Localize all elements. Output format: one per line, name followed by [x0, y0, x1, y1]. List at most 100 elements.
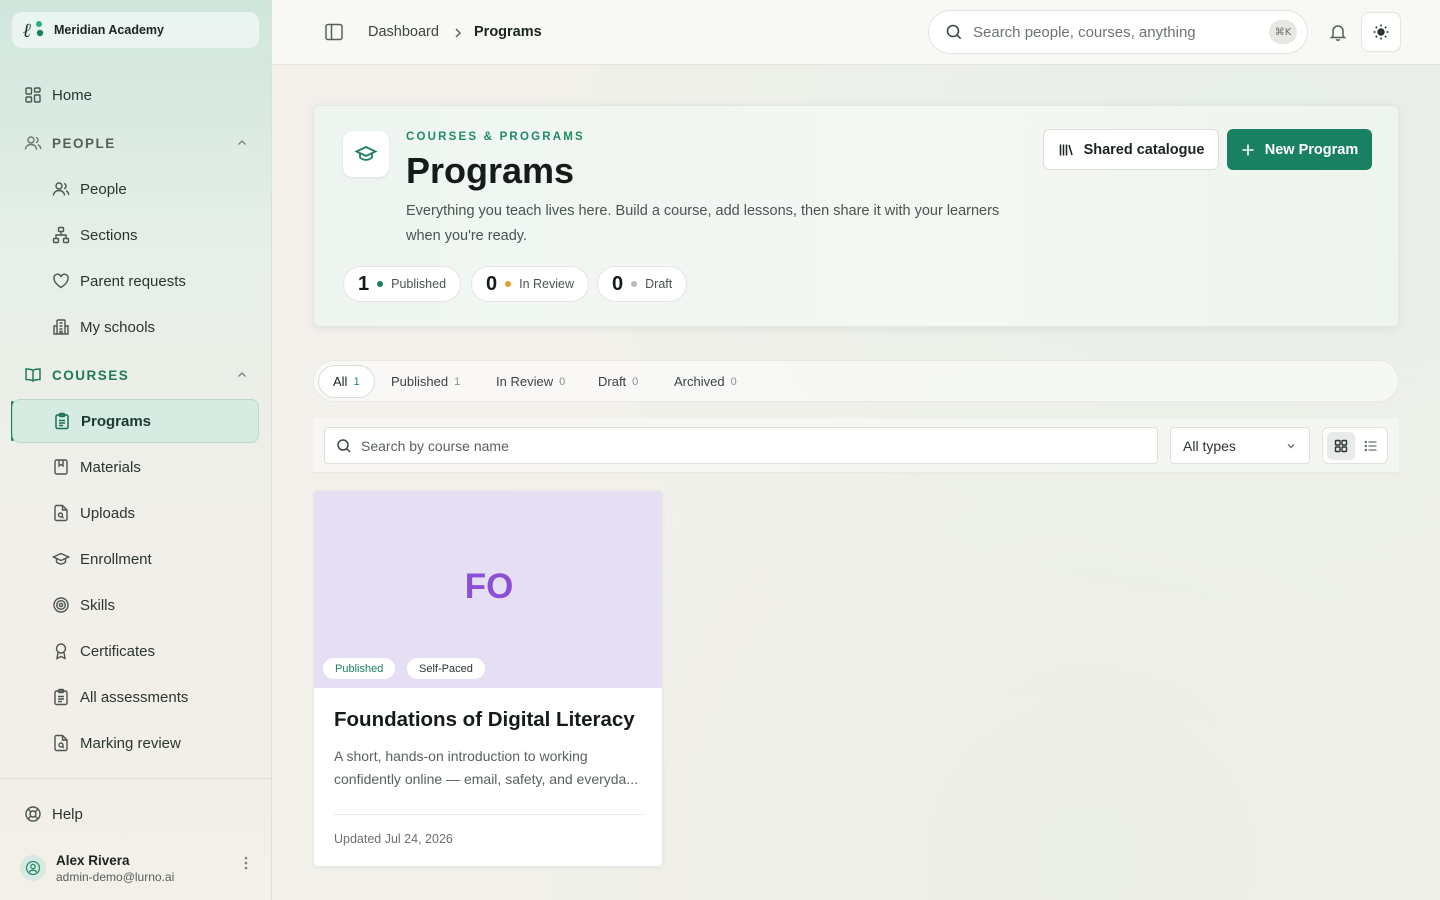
tab-all[interactable]: All 1: [318, 365, 375, 398]
stat-count: 0: [486, 272, 498, 295]
course-search-input[interactable]: [361, 437, 1141, 454]
tab-count: 1: [454, 375, 461, 388]
breadcrumb-dashboard[interactable]: Dashboard: [368, 24, 439, 40]
breadcrumb-current: Programs: [474, 24, 542, 40]
stat-published: 1 Published: [343, 266, 462, 302]
sidebar: ℓ Meridian Academy Home PEOPLE People Se…: [0, 0, 272, 900]
course-search[interactable]: [324, 427, 1158, 464]
sidebar-item-materials[interactable]: Materials: [12, 447, 259, 487]
hierarchy-icon: [52, 226, 70, 244]
tab-label: Draft: [598, 374, 627, 389]
shared-catalogue-button[interactable]: Shared catalogue: [1043, 129, 1219, 170]
sidebar-toggle-icon[interactable]: [322, 20, 346, 49]
brand-logo-icon: ℓ: [22, 18, 46, 42]
avatar: [20, 855, 46, 881]
section-label: PEOPLE: [52, 135, 116, 151]
more-vertical-icon[interactable]: [244, 856, 248, 875]
brand-switcher[interactable]: ℓ Meridian Academy: [12, 12, 259, 48]
shortcut-badge: ⌘K: [1269, 20, 1297, 44]
sidebar-item-help[interactable]: Help: [12, 794, 259, 834]
chevron-down-icon: [1287, 444, 1295, 449]
sidebar-item-people[interactable]: People: [12, 169, 259, 209]
stat-label: In Review: [519, 277, 575, 291]
tab-in-review[interactable]: In Review 0: [482, 365, 579, 398]
topbar: Dashboard Programs ⌘K: [272, 0, 1440, 65]
sidebar-item-marking-review[interactable]: Marking review: [12, 723, 259, 763]
tab-label: In Review: [496, 374, 554, 389]
page-header-card: COURSES & PROGRAMS Programs Everything y…: [313, 105, 1399, 327]
sidebar-item-uploads[interactable]: Uploads: [12, 493, 259, 533]
heart-icon: [53, 273, 69, 289]
tab-archived[interactable]: Archived 0: [660, 365, 751, 398]
type-select[interactable]: All types: [1170, 427, 1310, 464]
course-description: A short, hands-on introduction to workin…: [334, 748, 639, 787]
sidebar-item-label: Parent requests: [80, 272, 186, 290]
section-people[interactable]: PEOPLE: [12, 125, 259, 161]
brand-name: Meridian Academy: [54, 23, 164, 37]
sidebar-item-label: Home: [52, 86, 93, 104]
user-menu[interactable]: Alex Rivera admin-demo@lurno.ai: [20, 848, 260, 888]
global-search[interactable]: ⌘K: [928, 10, 1308, 54]
tab-count: 0: [730, 375, 737, 388]
sidebar-item-label: Programs: [81, 412, 152, 430]
users-icon: [52, 182, 70, 196]
filter-bar: All types: [313, 418, 1399, 473]
sidebar-item-programs[interactable]: Programs: [12, 399, 259, 443]
search-icon: [946, 24, 962, 40]
global-search-input[interactable]: [973, 23, 1253, 41]
sidebar-item-enrollment[interactable]: Enrollment: [12, 539, 259, 579]
new-program-button[interactable]: New Program: [1227, 129, 1372, 170]
stat-label: Published: [391, 277, 447, 291]
graduation-cap-icon: [343, 131, 389, 177]
sidebar-item-my-schools[interactable]: My schools: [12, 307, 259, 347]
stat-in-review: 0 In Review: [471, 266, 590, 302]
clipboard-check-icon: [54, 688, 68, 706]
page-eyebrow: COURSES & PROGRAMS: [406, 131, 585, 143]
tab-label: Archived: [674, 374, 725, 389]
sidebar-item-home[interactable]: Home: [12, 75, 259, 115]
stat-count: 0: [612, 272, 624, 295]
book-open-icon: [25, 368, 41, 382]
grid-icon: [25, 87, 41, 103]
file-check-icon: [54, 734, 68, 752]
course-updated: Updated Jul 24, 2026: [334, 832, 453, 846]
sidebar-item-certificates[interactable]: Certificates: [12, 631, 259, 671]
sidebar-item-sections[interactable]: Sections: [12, 215, 259, 255]
sidebar-item-all-assessments[interactable]: All assessments: [12, 677, 259, 717]
button-label: Shared catalogue: [1083, 141, 1205, 158]
section-courses[interactable]: COURSES: [12, 357, 259, 393]
sidebar-item-label: Help: [52, 805, 83, 823]
sidebar-item-skills[interactable]: Skills: [12, 585, 259, 625]
sidebar-item-parent-requests[interactable]: Parent requests: [12, 261, 259, 301]
list-view-button[interactable]: [1357, 432, 1385, 460]
user-circle-icon: [25, 860, 41, 876]
sidebar-item-label: Uploads: [80, 504, 136, 522]
status-dot: [377, 281, 384, 287]
graduation-cap-icon: [52, 552, 70, 565]
button-label: New Program: [1264, 141, 1359, 158]
target-icon: [53, 597, 69, 613]
grid-icon: [1334, 439, 1348, 453]
sidebar-item-label: All assessments: [80, 688, 189, 706]
bell-icon[interactable]: [1328, 22, 1348, 47]
grid-view-button[interactable]: [1327, 432, 1355, 460]
status-tabs: All 1 Published 1 In Review 0 Draft 0 Ar…: [313, 360, 1399, 402]
divider: [0, 60, 271, 61]
user-email: admin-demo@lurno.ai: [56, 869, 175, 884]
course-title: Foundations of Digital Literacy: [334, 708, 635, 731]
plus-icon: [1242, 144, 1254, 155]
sun-icon: [1373, 24, 1389, 40]
tab-draft[interactable]: Draft 0: [584, 365, 652, 398]
section-label: COURSES: [52, 367, 130, 383]
file-search-icon: [54, 504, 68, 522]
tab-published[interactable]: Published 1: [377, 365, 474, 398]
user-name: Alex Rivera: [56, 852, 130, 868]
course-card[interactable]: FO Published Self-Paced Foundations of D…: [313, 490, 663, 867]
theme-toggle-button[interactable]: [1361, 12, 1401, 52]
tab-label: Published: [391, 374, 449, 389]
sidebar-item-label: Sections: [80, 226, 138, 244]
lifebuoy-icon: [25, 806, 41, 822]
stat-draft: 0 Draft: [597, 266, 688, 302]
sidebar-item-label: People: [80, 180, 127, 198]
sidebar-item-label: Skills: [80, 596, 116, 614]
